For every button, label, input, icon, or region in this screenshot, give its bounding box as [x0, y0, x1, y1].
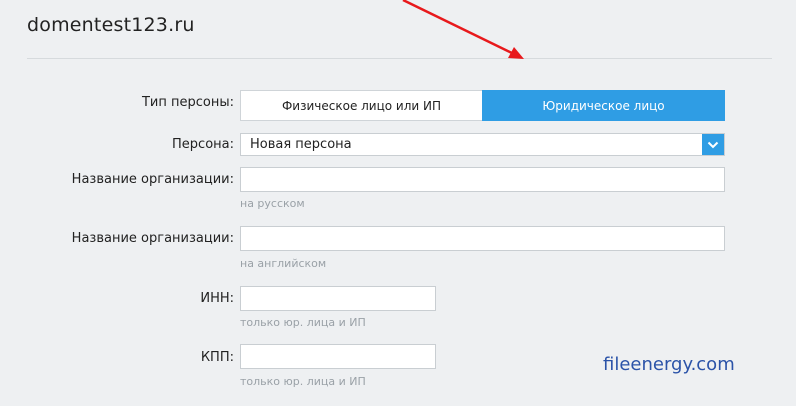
- org-name-en-input[interactable]: [240, 226, 725, 251]
- org-name-ru-hint: на русском: [240, 197, 305, 210]
- individual-option-button[interactable]: Физическое лицо или ИП: [240, 90, 482, 121]
- person-select[interactable]: Новая персона: [240, 133, 725, 156]
- person-select-value: Новая персона: [250, 137, 352, 152]
- org-name-en-label: Название организации:: [71, 231, 234, 246]
- inn-input[interactable]: [240, 286, 436, 311]
- org-name-en-hint: на английском: [240, 257, 327, 270]
- watermark-text: fileenergy.com: [603, 354, 735, 375]
- kpp-label: КПП:: [200, 350, 234, 365]
- kpp-hint: только юр. лица и ИП: [240, 375, 366, 388]
- person-type-label: Тип персоны:: [141, 95, 234, 110]
- legal-entity-option-button[interactable]: Юридическое лицо: [482, 90, 725, 121]
- org-name-ru-label: Название организации:: [71, 172, 234, 187]
- person-type-toggle: Физическое лицо или ИП Юридическое лицо: [240, 90, 725, 121]
- chevron-down-icon: [707, 141, 719, 148]
- kpp-input[interactable]: [240, 344, 436, 369]
- inn-label: ИНН:: [200, 291, 234, 306]
- person-label: Персона:: [172, 137, 234, 152]
- select-arrow-button[interactable]: [702, 134, 724, 155]
- inn-hint: только юр. лица и ИП: [240, 316, 366, 329]
- org-name-ru-input[interactable]: [240, 167, 725, 192]
